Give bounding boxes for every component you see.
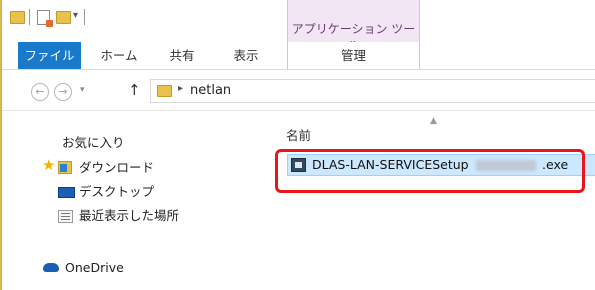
tab-manage[interactable]: 管理 — [287, 42, 420, 69]
tab-file[interactable]: ファイル — [18, 42, 81, 69]
context-tab-group: アプリケーション ツール — [287, 0, 420, 53]
navigation-pane: ★ お気に入り ダウンロード デスクトップ 最近表示した場所 OneDrive — [2, 111, 260, 290]
address-folder-icon — [157, 85, 172, 97]
title-bar: ▾ アプリケーション ツール — [2, 0, 595, 53]
desktop-icon — [58, 187, 75, 198]
tab-view[interactable]: 表示 — [222, 42, 270, 69]
downloads-folder-icon — [58, 161, 72, 174]
ribbon-tabs: ファイル ホーム 共有 表示 管理 — [2, 42, 595, 70]
breadcrumb-chevron-icon[interactable]: ▸ — [178, 83, 183, 94]
sidebar-item-label: お気に入り — [62, 135, 125, 150]
sidebar-item-label: デスクトップ — [79, 184, 155, 199]
sidebar-item-onedrive[interactable]: OneDrive — [2, 257, 202, 279]
properties-icon[interactable] — [37, 10, 53, 27]
toolbar-separator — [29, 9, 30, 25]
tab-home[interactable]: ホーム — [94, 42, 144, 69]
sidebar-item-recent-places[interactable]: 最近表示した場所 — [2, 205, 202, 227]
sort-ascending-icon: ▲ — [430, 116, 437, 126]
cloud-icon — [43, 263, 59, 272]
sidebar-item-favorites[interactable]: ★ お気に入り — [2, 132, 202, 173]
recent-places-icon — [58, 210, 73, 223]
file-explorer-window: ▾ アプリケーション ツール ファイル ホーム 共有 表示 管理 ← → ▾ ↑… — [0, 0, 595, 290]
sidebar-item-label: ダウンロード — [79, 160, 155, 175]
sidebar-item-label: OneDrive — [65, 260, 124, 275]
new-folder-icon[interactable] — [56, 11, 71, 24]
forward-arrow-icon[interactable]: → — [54, 83, 72, 101]
tab-share[interactable]: 共有 — [162, 42, 202, 69]
back-arrow-icon[interactable]: ← — [31, 83, 49, 101]
toolbar-separator — [84, 9, 85, 25]
column-header-name[interactable]: 名前 — [286, 125, 311, 144]
customize-toolbar-chevron-icon[interactable]: ▾ — [73, 10, 78, 21]
folder-icon[interactable] — [10, 11, 25, 24]
highlight-callout-box — [275, 149, 585, 193]
up-arrow-icon[interactable]: ↑ — [128, 81, 141, 99]
navigation-bar: ← → ▾ ↑ ▸ netlan — [2, 70, 595, 111]
sidebar-item-desktop[interactable]: デスクトップ — [2, 181, 202, 203]
sidebar-item-downloads[interactable]: ダウンロード — [2, 157, 202, 179]
recent-locations-chevron-icon[interactable]: ▾ — [80, 85, 85, 95]
breadcrumb-netlan[interactable]: netlan — [190, 83, 231, 98]
file-list-pane: ▲ 名前 DLAS-LAN-SERVICESetup .exe — [260, 111, 595, 290]
sidebar-item-label: 最近表示した場所 — [79, 208, 180, 223]
